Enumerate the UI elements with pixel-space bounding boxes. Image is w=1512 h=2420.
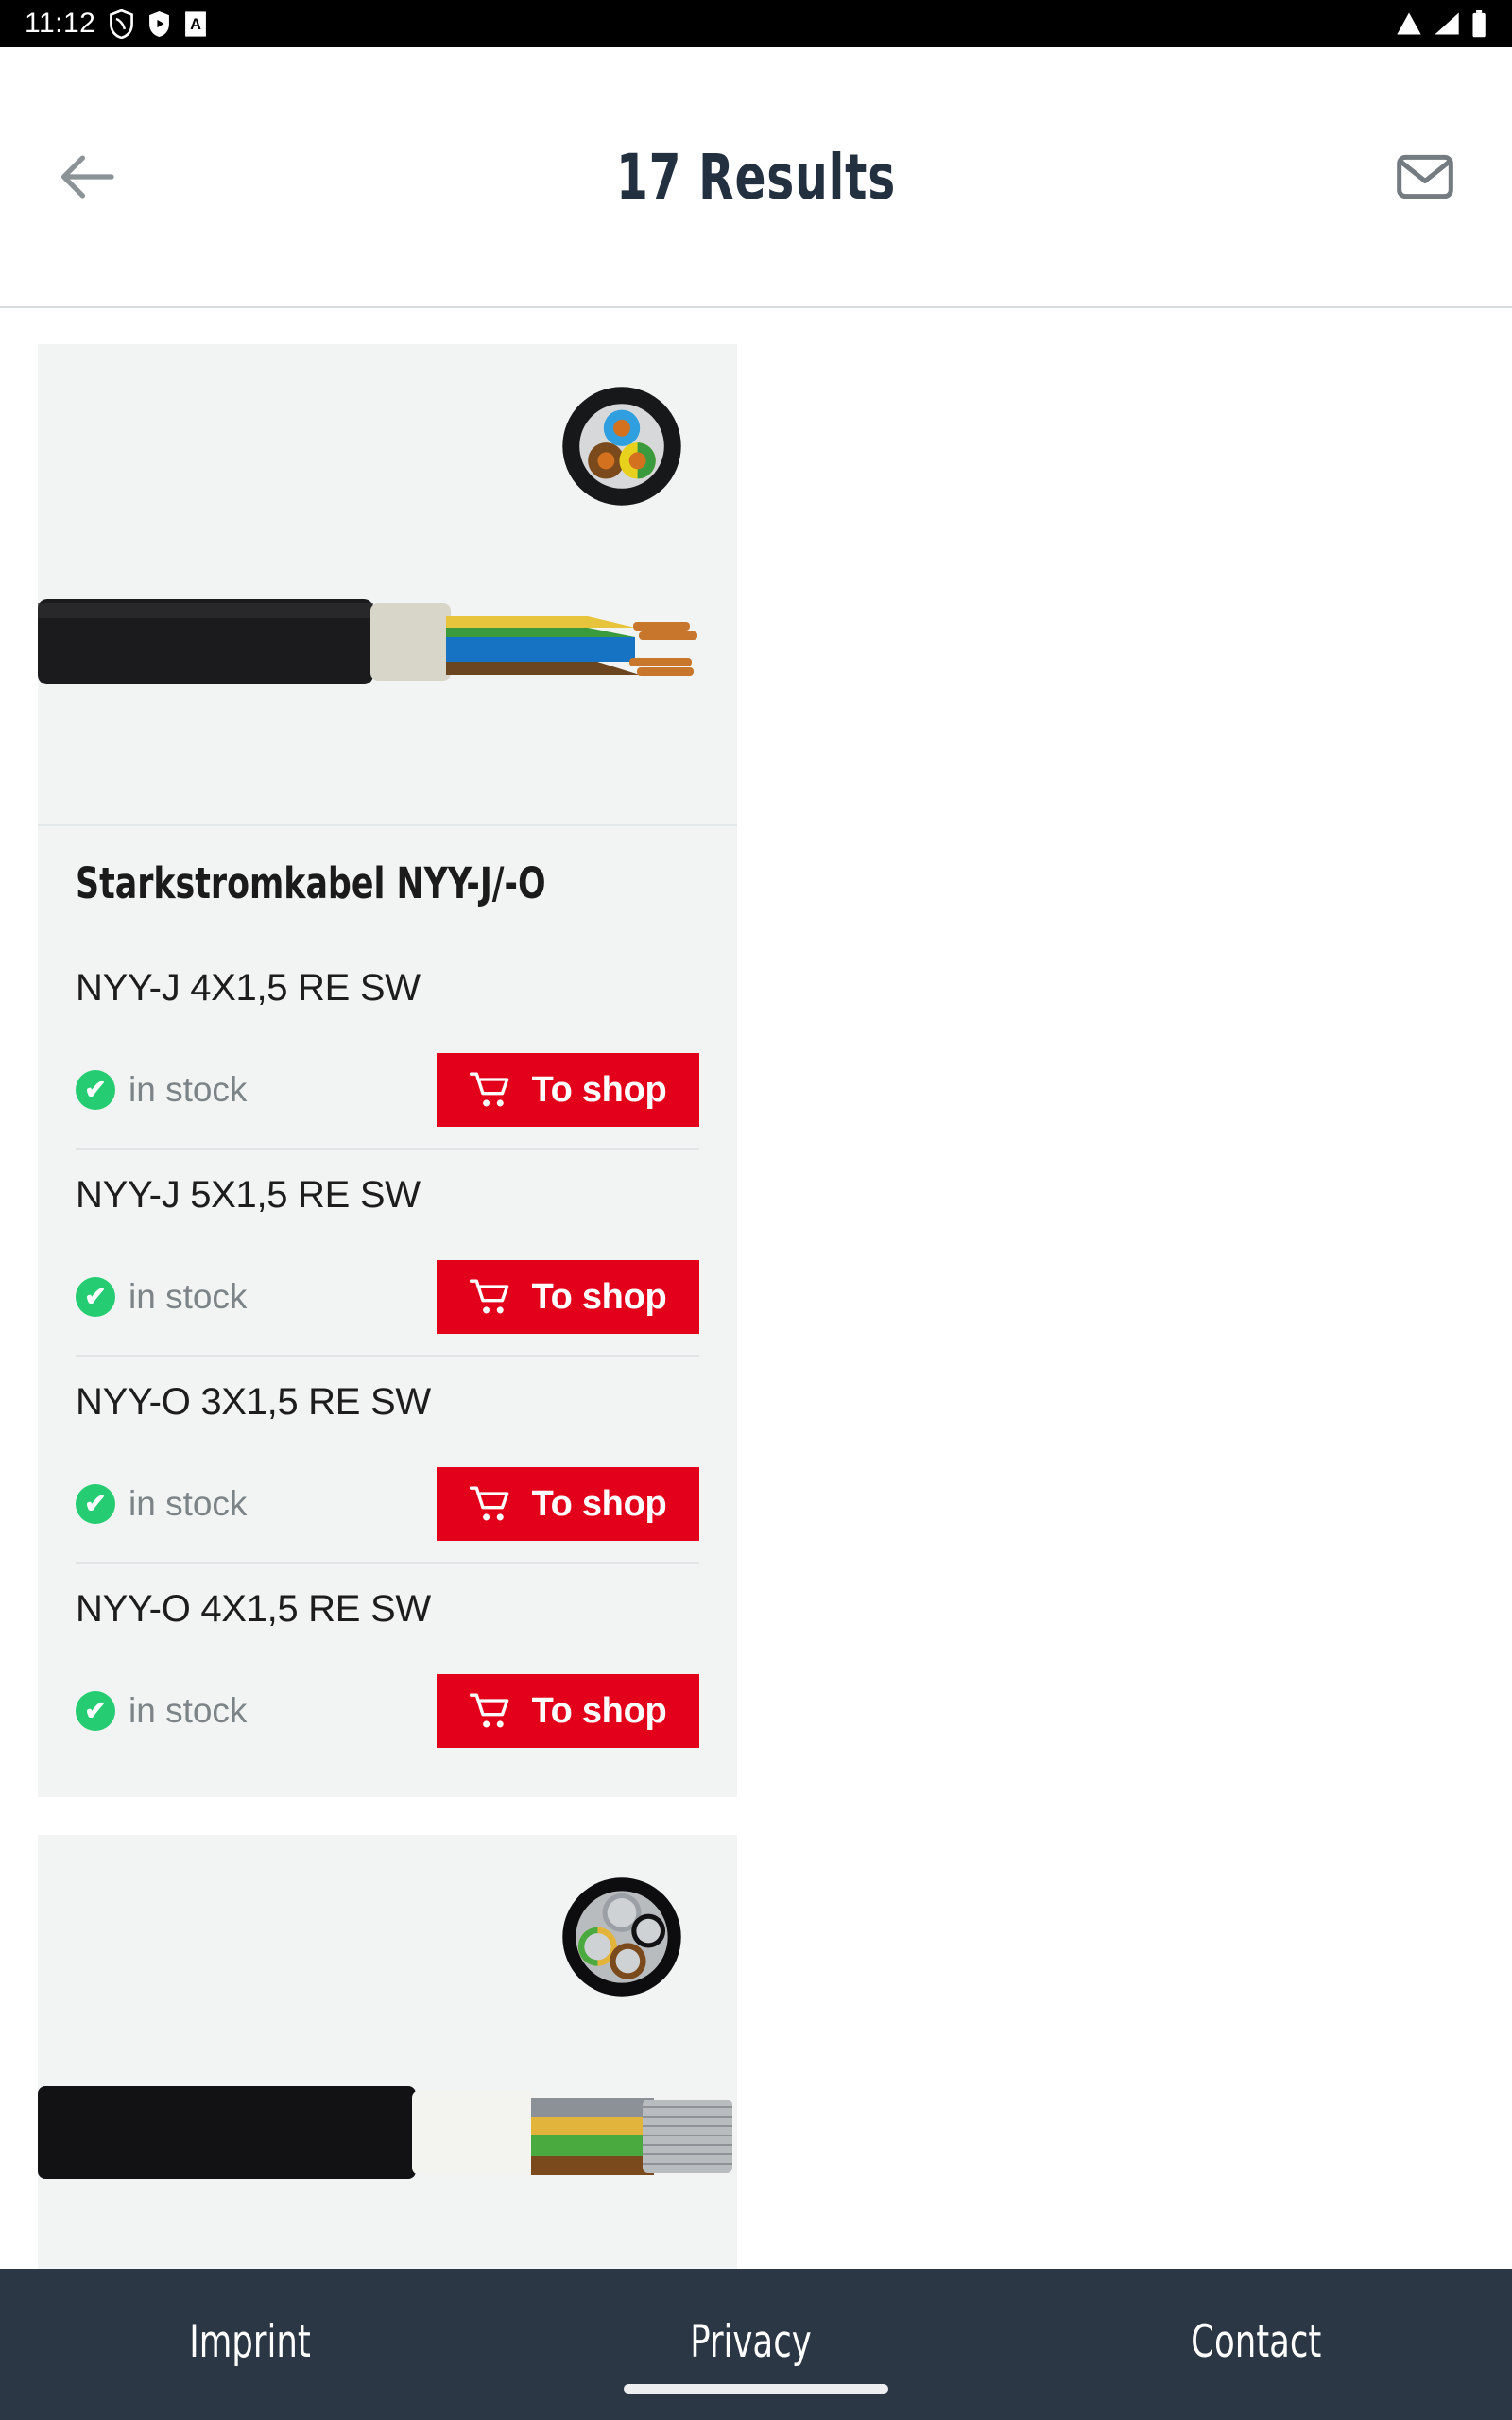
svg-text:A: A	[190, 15, 201, 32]
shopping-cart-icon	[469, 1693, 508, 1728]
results-grid[interactable]: Starkstromkabel NYY-J/-O NYY-J 4X1,5 RE …	[0, 308, 1512, 2420]
status-bar: 11:12 A	[0, 0, 1512, 47]
stock-label: in stock	[129, 1070, 248, 1109]
variant-name: NYY-J 4X1,5 RE SW	[76, 967, 421, 1009]
shield-icon	[110, 9, 134, 39]
variant-row[interactable]: NYY-J 4X1,5 RE SW ✔ in stock To shop	[76, 967, 699, 1148]
product-image	[38, 1835, 737, 2317]
cable-photo-aluminium	[38, 2086, 732, 2179]
signal-icon	[1435, 12, 1459, 35]
stock-status: ✔ in stock	[76, 1277, 247, 1317]
check-circle-icon: ✔	[76, 1484, 115, 1524]
nav-item-imprint[interactable]: Imprint	[189, 2316, 311, 2374]
variant-row[interactable]: NYY-J 5X1,5 RE SW ✔ in stock To shop	[76, 1148, 699, 1355]
back-button[interactable]	[43, 133, 130, 220]
home-indicator	[624, 2384, 888, 2394]
product-details: Starkstromkabel NYY-J/-O NYY-J 4X1,5 RE …	[38, 826, 737, 1797]
to-shop-button[interactable]: To shop	[437, 1260, 699, 1334]
to-shop-button[interactable]: To shop	[437, 1467, 699, 1541]
variant-row[interactable]: NYY-O 3X1,5 RE SW ✔ in stock To shop	[76, 1355, 699, 1562]
aluminium-4-core-cross-section-icon	[562, 1877, 681, 1996]
product-image	[38, 344, 737, 826]
to-shop-label: To shop	[531, 1690, 667, 1731]
page-title: 17 Results	[615, 140, 897, 214]
bottom-navigation[interactable]: Imprint Privacy Contact	[0, 2269, 1512, 2420]
stock-label: in stock	[129, 1277, 248, 1316]
status-bar-left: 11:12 A	[25, 8, 207, 40]
wifi-icon	[1397, 12, 1421, 35]
variant-row[interactable]: NYY-O 4X1,5 RE SW ✔ in stock To shop	[76, 1562, 699, 1769]
shopping-cart-icon	[469, 1486, 508, 1521]
to-shop-label: To shop	[531, 1483, 667, 1524]
shopping-cart-icon	[469, 1279, 508, 1314]
product-card[interactable]: Starkstromkabel NYY-J/-O NYY-J 4X1,5 RE …	[38, 344, 737, 1797]
variant-name: NYY-O 3X1,5 RE SW	[76, 1381, 431, 1423]
mail-icon	[1397, 154, 1453, 199]
to-shop-label: To shop	[531, 1276, 667, 1317]
mail-button[interactable]	[1382, 133, 1469, 220]
to-shop-label: To shop	[531, 1069, 667, 1110]
letter-a-icon: A	[185, 10, 207, 37]
copper-3-core-cross-section-icon	[562, 387, 681, 506]
variant-name: NYY-O 4X1,5 RE SW	[76, 1588, 431, 1630]
to-shop-button[interactable]: To shop	[437, 1053, 699, 1127]
cable-photo-copper	[38, 599, 697, 684]
status-bar-clock: 11:12	[25, 8, 96, 39]
nav-item-privacy[interactable]: Privacy	[690, 2316, 812, 2374]
stock-status: ✔ in stock	[76, 1484, 247, 1524]
shield-play-icon	[149, 10, 170, 37]
variant-name: NYY-J 5X1,5 RE SW	[76, 1174, 421, 1216]
check-circle-icon: ✔	[76, 1070, 115, 1110]
battery-icon	[1472, 9, 1486, 37]
nav-item-contact[interactable]: Contact	[1191, 2316, 1321, 2374]
to-shop-button[interactable]: To shop	[437, 1674, 699, 1748]
check-circle-icon: ✔	[76, 1691, 115, 1731]
stock-status: ✔ in stock	[76, 1070, 247, 1110]
arrow-left-icon	[60, 155, 114, 199]
stock-label: in stock	[129, 1691, 248, 1730]
product-title: Starkstromkabel NYY-J/-O	[76, 858, 546, 908]
check-circle-icon: ✔	[76, 1277, 115, 1317]
status-bar-right	[1395, 9, 1487, 38]
app-header: 17 Results	[0, 47, 1512, 308]
stock-label: in stock	[129, 1484, 248, 1523]
stock-status: ✔ in stock	[76, 1691, 247, 1731]
shopping-cart-icon	[469, 1072, 508, 1107]
